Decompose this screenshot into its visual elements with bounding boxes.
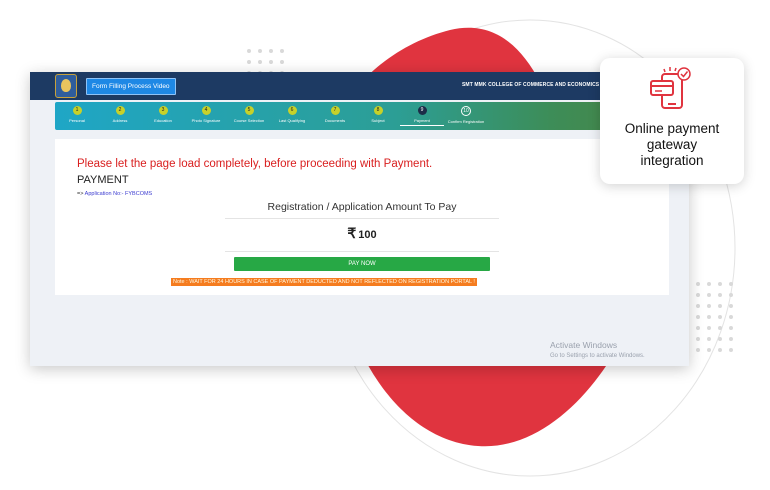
app-window: Form Filling Process Video SMT MMK COLLE…	[30, 72, 689, 366]
watermark-subtitle: Go to Settings to activate Windows.	[550, 353, 645, 359]
step-number: 7	[330, 106, 340, 115]
step-label: Photo Signature	[191, 118, 221, 123]
step-confirm-registration[interactable]: 10 Confirm Registration	[444, 106, 488, 124]
arrow-marker: =>	[77, 191, 84, 197]
college-name: SMT MMK COLLEGE OF COMMERCE AND ECONOMIC…	[462, 82, 600, 88]
payment-card: Please let the page load completely, bef…	[55, 139, 669, 295]
step-payment[interactable]: 9 Payment	[400, 106, 444, 126]
step-number: 9	[417, 106, 427, 115]
step-number: 1	[72, 106, 82, 115]
step-number: 10	[461, 106, 471, 116]
step-label: Subject	[371, 118, 385, 123]
step-documents[interactable]: 7 Documents	[313, 106, 357, 123]
amount-number: 100	[358, 229, 377, 241]
amount-label: Registration / Application Amount To Pay	[225, 201, 499, 219]
payment-note: Note : WAIT FOR 24 HOURS IN CASE OF PAYM…	[171, 278, 477, 286]
step-subject[interactable]: 8 Subject	[356, 106, 400, 123]
step-label: Address	[112, 118, 128, 123]
application-number: => Application No:- FYBCOMS	[77, 191, 152, 197]
step-number: 8	[373, 106, 383, 115]
form-filling-video-button[interactable]: Form Filling Process Video	[86, 78, 176, 95]
step-last-qualifying[interactable]: 6 Last Qualifying	[270, 106, 314, 123]
step-label: Last Qualifying	[278, 118, 306, 123]
top-header: Form Filling Process Video SMT MMK COLLE…	[30, 72, 689, 100]
registration-steps: 1 Personal 2 Address 3 Education 4 Photo Sig…	[55, 102, 675, 130]
step-number: 3	[158, 106, 168, 115]
step-label: Personal	[69, 118, 85, 123]
step-address[interactable]: 2 Address	[98, 106, 142, 123]
application-number-text: Application No:- FYBCOMS	[84, 191, 153, 197]
step-number: 5	[244, 106, 254, 115]
callout-line-1: Online payment	[624, 121, 720, 136]
callout-text: Online payment gateway integration	[606, 121, 738, 169]
watermark-title: Activate Windows	[550, 340, 618, 350]
step-personal[interactable]: 1 Personal	[55, 106, 99, 123]
pay-now-button[interactable]: PAY NOW	[234, 257, 490, 271]
step-label: Education	[154, 118, 172, 123]
step-photo-signature[interactable]: 4 Photo Signature	[184, 106, 228, 123]
activate-windows-watermark: Activate Windows Go to Settings to activ…	[550, 340, 645, 359]
page-load-warning: Please let the page load completely, bef…	[77, 158, 433, 170]
step-number: 6	[287, 106, 297, 115]
step-label: Documents	[324, 118, 346, 123]
step-label: Course Selection	[233, 118, 265, 123]
callout-line-3: integration	[640, 153, 704, 168]
step-label: Confirm Registration	[447, 119, 485, 124]
online-payment-icon	[650, 67, 691, 109]
step-education[interactable]: 3 Education	[141, 106, 185, 123]
feature-callout-card: Online payment gateway integration	[600, 58, 744, 184]
dot-pattern-right	[696, 282, 733, 352]
step-number: 4	[201, 106, 211, 115]
rupee-icon: ₹	[347, 225, 357, 241]
amount-value: ₹100	[225, 225, 499, 252]
step-label: Payment	[414, 118, 430, 123]
payment-title: PAYMENT	[77, 174, 129, 186]
college-logo	[55, 74, 77, 98]
callout-line-2: gateway	[646, 137, 698, 152]
step-number: 2	[115, 106, 125, 115]
step-course-selection[interactable]: 5 Course Selection	[227, 106, 271, 123]
